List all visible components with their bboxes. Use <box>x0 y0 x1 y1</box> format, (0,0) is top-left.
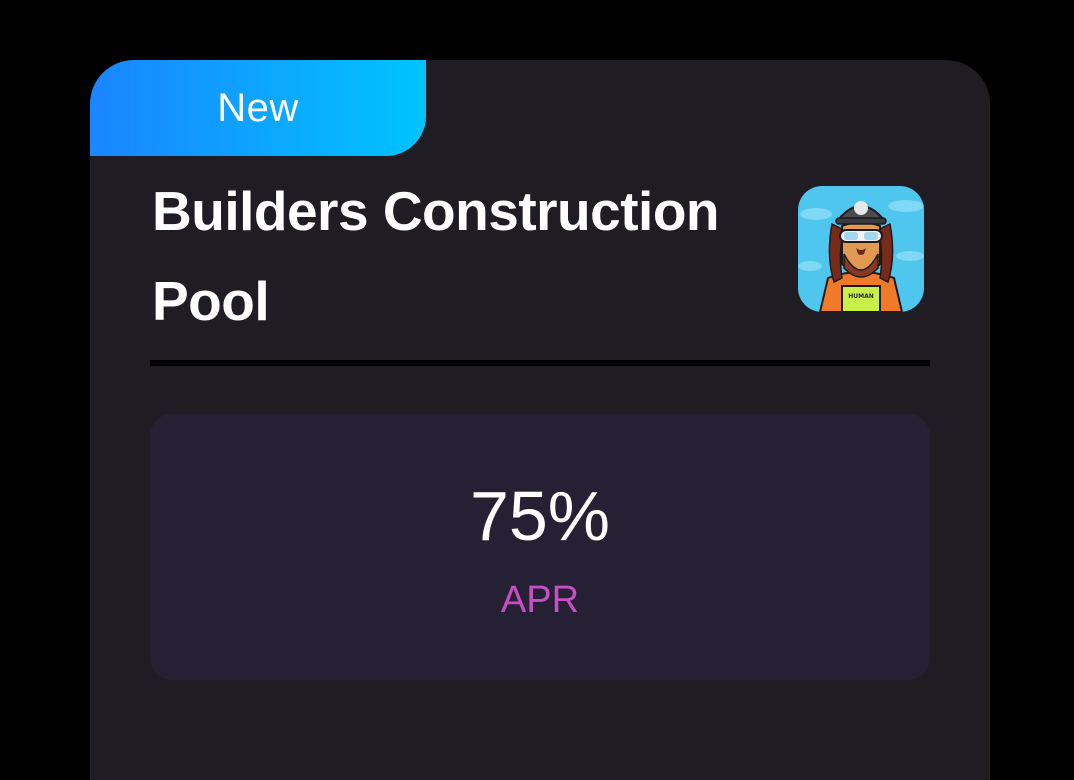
pool-title: Builders Construction Pool <box>152 180 720 332</box>
new-badge-label: New <box>217 85 299 130</box>
divider <box>150 360 930 366</box>
apr-label: APR <box>500 579 580 621</box>
svg-text:HUMAN: HUMAN <box>848 293 874 300</box>
apr-value: 75% <box>469 477 611 555</box>
lion-nft-avatar-icon: HUMAN <box>798 186 924 312</box>
new-badge: New <box>90 60 426 156</box>
apr-stat-box: 75% APR <box>150 414 930 680</box>
pool-card[interactable]: New Builders Construction Pool HUMAN 75%… <box>90 60 990 780</box>
